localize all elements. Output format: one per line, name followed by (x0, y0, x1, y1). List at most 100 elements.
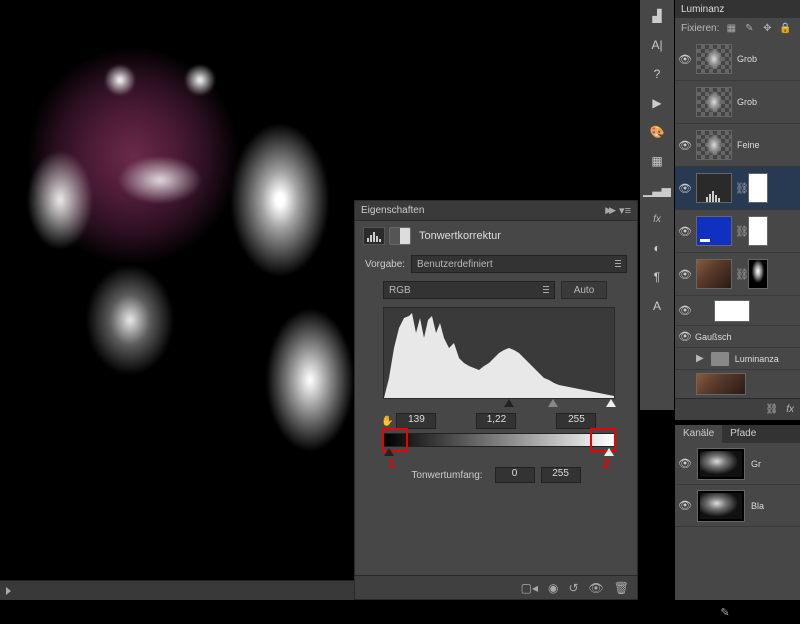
char-icon[interactable]: A (643, 293, 671, 319)
layer-name[interactable]: Grob (737, 54, 757, 64)
hand-icon[interactable]: ✋ (381, 416, 393, 427)
white-point-slider[interactable] (606, 399, 616, 407)
layer-thumbnail[interactable] (696, 44, 732, 74)
tab-paths[interactable]: Pfade (722, 425, 764, 443)
link-icon[interactable]: ⛓ (735, 225, 745, 238)
artwork-smoke (0, 0, 380, 520)
channel-row[interactable]: 👁 Gr (675, 443, 800, 485)
histogram (383, 307, 615, 399)
paragraph-icon[interactable]: ¶ (643, 264, 671, 290)
visibility-toggle[interactable]: 👁 (677, 225, 693, 238)
visibility-toggle[interactable]: 👁 (677, 457, 693, 470)
visibility-toggle[interactable]: 👁 (677, 499, 693, 512)
output-label: Tonwertumfang: (411, 470, 482, 481)
input-white-field[interactable]: 255 (556, 413, 596, 429)
mask-thumbnail[interactable] (748, 216, 768, 246)
input-black-field[interactable]: 139 (396, 413, 436, 429)
visibility-toggle[interactable]: 👁 (677, 330, 693, 343)
layer-row[interactable]: 👁 Gaußsch (675, 326, 800, 348)
input-gamma-field[interactable]: 1,22 (476, 413, 516, 429)
channel-thumbnail[interactable] (697, 490, 745, 522)
layer-thumbnail[interactable] (696, 87, 732, 117)
output-black-slider[interactable] (384, 448, 394, 456)
channel-name[interactable]: Bla (751, 501, 764, 511)
auto-button[interactable]: Auto (561, 281, 607, 299)
channel-row[interactable]: 👁 Bla (675, 485, 800, 527)
levels-layer-thumbnail[interactable] (696, 173, 732, 203)
channel-thumbnail[interactable] (697, 448, 745, 480)
layer-row[interactable]: 👁 Grob (675, 38, 800, 81)
adjust-icon[interactable]: ◐ (643, 235, 671, 261)
output-white-field[interactable]: 255 (541, 467, 581, 483)
visibility-toggle[interactable]: 👁 (677, 139, 693, 152)
visibility-icon[interactable]: 👁 (589, 581, 604, 595)
clip-icon[interactable]: ▢◂ (521, 581, 538, 595)
input-slider[interactable] (383, 399, 615, 409)
layer-row[interactable] (675, 370, 800, 398)
channel-name[interactable]: Gr (751, 459, 761, 469)
tool-column: ▟ A| ? ▶ 🎨 ▦ ▁▃▅ fx ◐ ¶ A (640, 0, 674, 410)
channel-dropdown[interactable]: RGB (383, 281, 555, 299)
reset-icon[interactable]: ↺ (568, 581, 578, 595)
preset-label: Vorgabe: (365, 259, 405, 270)
levels-adjustment-icon[interactable] (363, 227, 385, 245)
visibility-toggle[interactable]: 👁 (677, 182, 693, 195)
levels-icon[interactable]: ▁▃▅ (643, 177, 671, 203)
fx-button-icon[interactable]: fx (786, 404, 794, 415)
group-name[interactable]: Luminanza (735, 354, 779, 364)
mask-icon[interactable] (389, 227, 411, 245)
layer-thumbnail[interactable] (696, 373, 746, 395)
tab-channels[interactable]: Kanäle (675, 425, 722, 443)
output-white-slider[interactable] (604, 448, 614, 456)
panel-menu-icon[interactable]: ▾≡ (619, 204, 631, 217)
fx-icon[interactable]: fx (643, 206, 671, 232)
output-black-field[interactable]: 0 (495, 467, 535, 483)
gamma-slider[interactable] (548, 399, 558, 407)
layers-header[interactable]: Luminanz (675, 0, 800, 18)
preset-dropdown[interactable]: Benutzerdefiniert (411, 255, 627, 273)
link-layers-icon[interactable]: ⛓ (766, 404, 779, 415)
swatch-icon[interactable]: ▦ (643, 148, 671, 174)
play-icon[interactable]: ▶ (643, 90, 671, 116)
mask-thumbnail[interactable] (748, 173, 768, 203)
sample-eyedropper-icon[interactable]: ✎ (717, 604, 733, 620)
visibility-toggle[interactable]: 👁 (677, 268, 693, 281)
lock-brush-icon[interactable]: ✎ (743, 22, 755, 34)
link-icon[interactable]: ⛓ (735, 268, 745, 281)
trash-icon[interactable]: 🗑 (614, 581, 629, 595)
layer-thumbnail[interactable] (696, 216, 732, 246)
output-gradient[interactable]: 1 2 (383, 433, 615, 447)
effect-name[interactable]: Gaußsch (695, 332, 732, 342)
layer-thumbnail[interactable] (696, 130, 732, 160)
collapse-icon[interactable]: ▶▶ (605, 205, 613, 216)
prev-state-icon[interactable]: ◉ (548, 581, 558, 595)
layer-row[interactable]: 👁 ⛓ (675, 210, 800, 253)
question-icon[interactable]: ? (643, 61, 671, 87)
layer-row[interactable]: 👁 (675, 296, 800, 326)
layer-name[interactable]: Grob (737, 97, 757, 107)
lock-all-icon[interactable]: 🔒 (779, 22, 791, 34)
text-tool-icon[interactable]: A| (643, 32, 671, 58)
lock-pixels-icon[interactable]: ▦ (725, 22, 737, 34)
layer-row[interactable]: 👁 ⛓ (675, 253, 800, 296)
expand-icon[interactable]: ▶ (696, 353, 704, 364)
layer-thumbnail[interactable] (714, 300, 750, 322)
layer-group-row[interactable]: ▶ Luminanza (675, 348, 800, 370)
histogram-tool-icon[interactable]: ▟ (643, 3, 671, 29)
lock-move-icon[interactable]: ✥ (761, 22, 773, 34)
layer-row[interactable]: Grob (675, 81, 800, 124)
folder-icon[interactable] (711, 352, 729, 366)
adjustment-name: Tonwertkorrektur (419, 230, 501, 242)
layer-name[interactable]: Feine (737, 140, 760, 150)
link-icon[interactable]: ⛓ (735, 182, 745, 195)
black-point-slider[interactable] (504, 399, 514, 407)
layer-row[interactable]: 👁 Feine (675, 124, 800, 167)
visibility-toggle[interactable]: 👁 (677, 53, 693, 66)
layer-thumbnail[interactable] (696, 259, 732, 289)
properties-header[interactable]: Eigenschaften ▶▶ ▾≡ (355, 201, 637, 221)
palette-icon[interactable]: 🎨 (643, 119, 671, 145)
mask-thumbnail[interactable] (748, 259, 768, 289)
layer-row-selected[interactable]: 👁 ⛓ (675, 167, 800, 210)
visibility-toggle[interactable]: 👁 (677, 304, 693, 317)
channels-panel: Kanäle Pfade 👁 Gr 👁 Bla (675, 425, 800, 600)
